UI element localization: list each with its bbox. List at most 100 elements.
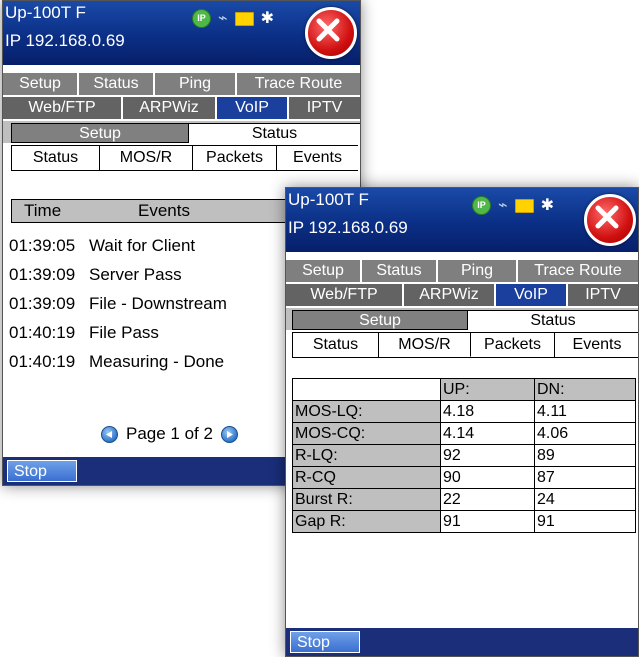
status-tab-row: Status MOS/R Packets Events bbox=[11, 145, 358, 171]
events-header-time: Time bbox=[24, 201, 62, 220]
event-text: File Pass bbox=[89, 323, 159, 342]
menu-tab-web-ftp[interactable]: Web/FTP bbox=[3, 97, 123, 119]
event-text: Measuring - Done bbox=[89, 352, 225, 371]
device-name: Up-100T F bbox=[288, 190, 369, 209]
mos-dn-value: 91 bbox=[534, 510, 636, 533]
device-name: Up-100T F bbox=[5, 3, 86, 22]
close-icon bbox=[316, 18, 340, 42]
mos-dn-value: 87 bbox=[534, 466, 636, 489]
voip-tab-status[interactable]: Status bbox=[468, 310, 638, 330]
status-tab-events[interactable]: Events bbox=[277, 146, 358, 170]
voip-tab-row: Setup Status bbox=[286, 308, 638, 330]
voip-tab-row: Setup Status bbox=[3, 121, 360, 143]
menu-tab-setup[interactable]: Setup bbox=[286, 260, 362, 282]
event-time: 01:40:19 bbox=[9, 352, 76, 371]
menu-tab-voip[interactable]: VoIP bbox=[496, 284, 568, 306]
event-row: 01:39:05 Wait for Client bbox=[9, 236, 195, 256]
voip-tab-setup[interactable]: Setup bbox=[292, 310, 468, 330]
menu-tab-arpwiz[interactable]: ARPWiz bbox=[123, 97, 217, 119]
mos-dn-value: 24 bbox=[534, 488, 636, 511]
status-tab-row: Status MOS/R Packets Events bbox=[292, 332, 638, 358]
event-row: 01:40:19 File Pass bbox=[9, 323, 159, 343]
menu-tab-iptv[interactable]: IPTV bbox=[568, 284, 638, 306]
device-screen-mos: Up-100T F IP 192.168.0.69 IP ⌁ ✱ Setup S… bbox=[285, 187, 639, 657]
mos-up-value: 92 bbox=[440, 444, 535, 467]
mos-label: R-LQ: bbox=[292, 444, 441, 467]
menu-tab-status[interactable]: Status bbox=[362, 260, 438, 282]
mos-row: Gap R: 91 91 bbox=[292, 510, 636, 533]
event-row: 01:39:09 File - Downstream bbox=[9, 294, 227, 314]
plug-icon: ⌁ bbox=[218, 9, 228, 27]
next-page-button[interactable] bbox=[220, 425, 238, 443]
event-text: Server Pass bbox=[89, 265, 182, 284]
status-tab-events[interactable]: Events bbox=[555, 333, 638, 357]
bluetooth-icon: ✱ bbox=[260, 9, 275, 27]
mos-header-up: UP: bbox=[440, 378, 535, 401]
mos-label: MOS-CQ: bbox=[292, 422, 441, 445]
status-tab-mos-r[interactable]: MOS/R bbox=[100, 146, 193, 170]
event-row: 01:40:19 Measuring - Done bbox=[9, 352, 224, 372]
main-menu-row-1: Setup Status Ping Trace Route bbox=[286, 260, 638, 282]
status-tab-packets[interactable]: Packets bbox=[471, 333, 555, 357]
menu-tab-status[interactable]: Status bbox=[79, 73, 155, 95]
status-icons: IP ⌁ ✱ bbox=[472, 196, 554, 215]
mos-row: MOS-LQ: 4.18 4.11 bbox=[292, 400, 636, 423]
mos-row: R-CQ 90 87 bbox=[292, 466, 636, 489]
plug-icon: ⌁ bbox=[498, 196, 508, 214]
menu-tab-trace-route[interactable]: Trace Route bbox=[237, 73, 360, 95]
stop-button[interactable]: Stop bbox=[7, 460, 77, 482]
close-button[interactable] bbox=[305, 7, 357, 59]
mos-panel: UP: DN: MOS-LQ: 4.18 4.11 MOS-CQ: 4.14 4… bbox=[286, 358, 638, 628]
mos-header-dn: DN: bbox=[534, 378, 636, 401]
menu-tab-web-ftp[interactable]: Web/FTP bbox=[286, 284, 404, 306]
menu-tab-setup[interactable]: Setup bbox=[3, 73, 79, 95]
mos-header-row: UP: DN: bbox=[292, 378, 636, 401]
arrow-left-icon bbox=[106, 430, 112, 438]
pager: Page 1 of 2 bbox=[101, 424, 238, 444]
arrow-right-icon bbox=[226, 430, 233, 438]
bluetooth-icon: ✱ bbox=[540, 196, 555, 214]
ip-icon: IP bbox=[472, 196, 491, 215]
status-icons: IP ⌁ ✱ bbox=[192, 9, 274, 28]
status-tab-mos-r[interactable]: MOS/R bbox=[379, 333, 471, 357]
main-menu-row-2: Web/FTP ARPWiz VoIP IPTV bbox=[3, 97, 360, 119]
folder-icon bbox=[234, 11, 254, 26]
pager-label: Page 1 of 2 bbox=[126, 424, 213, 443]
folder-icon bbox=[514, 198, 534, 213]
close-icon bbox=[595, 205, 619, 229]
status-tab-status[interactable]: Status bbox=[12, 146, 100, 170]
voip-tab-status[interactable]: Status bbox=[189, 123, 360, 143]
status-tab-packets[interactable]: Packets bbox=[193, 146, 277, 170]
mos-label: Burst R: bbox=[292, 488, 441, 511]
mos-up-value: 91 bbox=[440, 510, 535, 533]
main-menu-row-2: Web/FTP ARPWiz VoIP IPTV bbox=[286, 284, 638, 306]
event-time: 01:39:05 bbox=[9, 236, 76, 255]
mos-label: Gap R: bbox=[292, 510, 441, 533]
title-bar: Up-100T F IP 192.168.0.69 IP ⌁ ✱ bbox=[3, 1, 360, 65]
mos-label: MOS-LQ: bbox=[292, 400, 441, 423]
close-button[interactable] bbox=[584, 194, 636, 246]
device-ip: IP 192.168.0.69 bbox=[288, 218, 408, 237]
event-time: 01:40:19 bbox=[9, 323, 76, 342]
event-text: File - Downstream bbox=[89, 294, 227, 313]
status-tab-status[interactable]: Status bbox=[293, 333, 379, 357]
mos-dn-value: 4.11 bbox=[534, 400, 636, 423]
mos-dn-value: 4.06 bbox=[534, 422, 636, 445]
event-text: Wait for Client bbox=[89, 236, 196, 255]
menu-tab-voip[interactable]: VoIP bbox=[217, 97, 289, 119]
voip-tab-setup[interactable]: Setup bbox=[11, 123, 189, 143]
title-bar: Up-100T F IP 192.168.0.69 IP ⌁ ✱ bbox=[286, 188, 638, 252]
mos-up-value: 22 bbox=[440, 488, 535, 511]
event-row: 01:39:09 Server Pass bbox=[9, 265, 182, 285]
prev-page-button[interactable] bbox=[101, 425, 118, 443]
bottom-bar: Stop bbox=[286, 628, 638, 656]
menu-tab-trace-route[interactable]: Trace Route bbox=[518, 260, 638, 282]
menu-tab-ping[interactable]: Ping bbox=[155, 73, 237, 95]
mos-up-value: 4.14 bbox=[440, 422, 535, 445]
event-time: 01:39:09 bbox=[9, 265, 76, 284]
menu-tab-arpwiz[interactable]: ARPWiz bbox=[404, 284, 496, 306]
stop-button[interactable]: Stop bbox=[290, 631, 360, 653]
menu-tab-ping[interactable]: Ping bbox=[438, 260, 518, 282]
events-header-events: Events bbox=[138, 201, 190, 220]
menu-tab-iptv[interactable]: IPTV bbox=[289, 97, 360, 119]
